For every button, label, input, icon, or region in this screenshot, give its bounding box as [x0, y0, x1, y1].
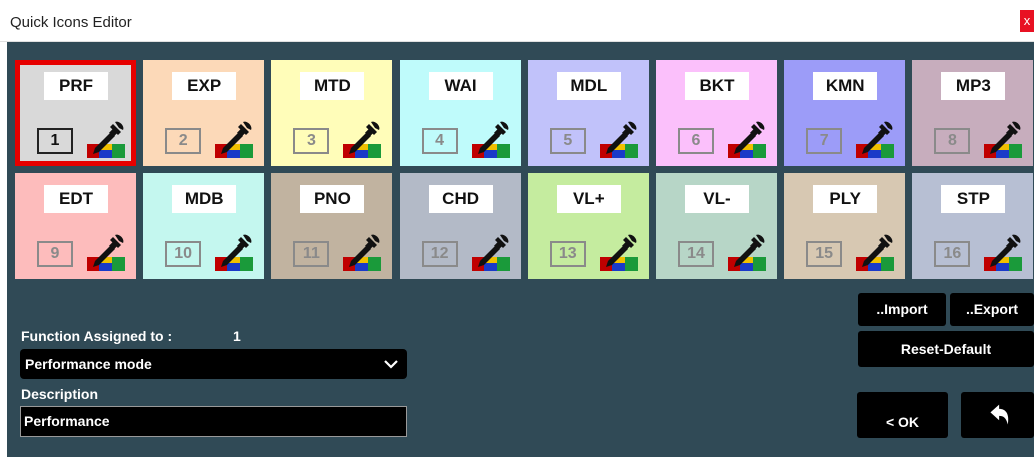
quick-icon-tile-13[interactable]: VL+ 13 [527, 173, 649, 279]
tile-code-label: EXP [172, 72, 237, 100]
tile-code-label: EDT [44, 185, 108, 213]
eyedropper-color-icon[interactable] [726, 118, 768, 160]
eyedropper-color-icon[interactable] [982, 118, 1024, 160]
eyedropper-color-icon[interactable] [982, 231, 1024, 273]
eyedropper-color-icon[interactable] [854, 231, 896, 273]
back-button[interactable] [961, 392, 1034, 438]
tile-number-badge: 16 [934, 241, 971, 267]
quick-icon-tile-11[interactable]: PNO 11 [271, 173, 393, 279]
tile-code-label: WAI [428, 72, 493, 100]
export-button[interactable]: ..Export [950, 293, 1034, 326]
quick-icon-tile-16[interactable]: STP 16 [912, 173, 1034, 279]
quick-icon-tile-3[interactable]: MTD 3 [271, 60, 393, 166]
return-arrow-icon [990, 404, 1009, 425]
eyedropper-color-icon[interactable] [341, 231, 383, 273]
tile-number-badge: 12 [421, 241, 458, 267]
tile-number-badge: 7 [806, 128, 843, 154]
quick-icon-tile-12[interactable]: CHD 12 [399, 173, 521, 279]
tile-code-label: PLY [813, 185, 878, 213]
function-label: Function Assigned to : [21, 328, 173, 344]
tile-code-label: MTD [300, 72, 365, 100]
tile-number-badge: 13 [549, 241, 586, 267]
tile-code-label: VL- [685, 185, 749, 213]
quick-icon-tile-15[interactable]: PLY 15 [784, 173, 906, 279]
quick-icon-tile-10[interactable]: MDB 10 [143, 173, 265, 279]
description-field[interactable]: Performance [20, 406, 407, 437]
description-label: Description [21, 386, 99, 402]
chevron-down-icon [384, 360, 398, 369]
tile-code-label: KMN [813, 72, 878, 100]
tile-number-badge: 9 [37, 241, 73, 267]
tile-number-badge: 2 [165, 128, 202, 154]
tile-code-label: MDL [556, 72, 621, 100]
tile-number-badge: 4 [421, 128, 458, 154]
tile-number-badge: 10 [165, 241, 202, 267]
tile-number-badge: 3 [293, 128, 330, 154]
title-bar: Quick Icons Editor x [0, 0, 1034, 42]
tile-number-badge: 11 [293, 241, 330, 267]
function-select-value: Performance mode [25, 356, 152, 372]
import-button[interactable]: ..Import [858, 293, 946, 326]
editor-panel: PRF 1 EXP 2 MTD 3 WAI 4 MDL 5 BKT 6 KMN 7 [7, 42, 1034, 457]
tile-number-badge: 6 [678, 128, 714, 154]
tile-code-label: VL+ [556, 185, 621, 213]
tile-number-badge: 8 [934, 128, 971, 154]
eyedropper-color-icon[interactable] [85, 118, 127, 160]
quick-icon-tile-8[interactable]: MP3 8 [912, 60, 1034, 166]
tile-code-label: MP3 [941, 72, 1006, 100]
eyedropper-color-icon[interactable] [470, 118, 512, 160]
tile-number-badge: 5 [549, 128, 586, 154]
quick-icon-tile-9[interactable]: EDT 9 [15, 173, 136, 279]
tile-code-label: STP [941, 185, 1006, 213]
quick-icon-tile-1[interactable]: PRF 1 [15, 60, 136, 166]
tile-code-label: CHD [428, 185, 493, 213]
quick-icon-tile-2[interactable]: EXP 2 [143, 60, 265, 166]
eyedropper-color-icon[interactable] [213, 118, 255, 160]
eyedropper-color-icon[interactable] [341, 118, 383, 160]
quick-icon-tile-6[interactable]: BKT 6 [656, 60, 777, 166]
eyedropper-color-icon[interactable] [598, 231, 640, 273]
quick-icon-tile-14[interactable]: VL- 14 [656, 173, 777, 279]
reset-default-button[interactable]: Reset-Default [858, 331, 1034, 367]
quick-icon-tile-5[interactable]: MDL 5 [527, 60, 649, 166]
quick-icon-tile-4[interactable]: WAI 4 [399, 60, 521, 166]
quick-icon-tile-7[interactable]: KMN 7 [784, 60, 906, 166]
function-assigned-number: 1 [233, 328, 241, 344]
tile-code-label: BKT [685, 72, 749, 100]
eyedropper-color-icon[interactable] [470, 231, 512, 273]
tile-number-badge: 14 [678, 241, 714, 267]
tile-code-label: MDB [172, 185, 237, 213]
eyedropper-color-icon[interactable] [85, 231, 127, 273]
tile-code-label: PRF [44, 72, 108, 100]
function-select[interactable]: Performance mode [20, 349, 407, 379]
eyedropper-color-icon[interactable] [854, 118, 896, 160]
eyedropper-color-icon[interactable] [726, 231, 768, 273]
window-title: Quick Icons Editor [10, 14, 132, 31]
eyedropper-color-icon[interactable] [598, 118, 640, 160]
tile-number-badge: 15 [806, 241, 843, 267]
close-button[interactable]: x [1020, 10, 1034, 32]
tile-number-badge: 1 [37, 128, 73, 154]
tile-code-label: PNO [300, 185, 365, 213]
ok-button[interactable]: < OK [857, 392, 948, 438]
eyedropper-color-icon[interactable] [213, 231, 255, 273]
